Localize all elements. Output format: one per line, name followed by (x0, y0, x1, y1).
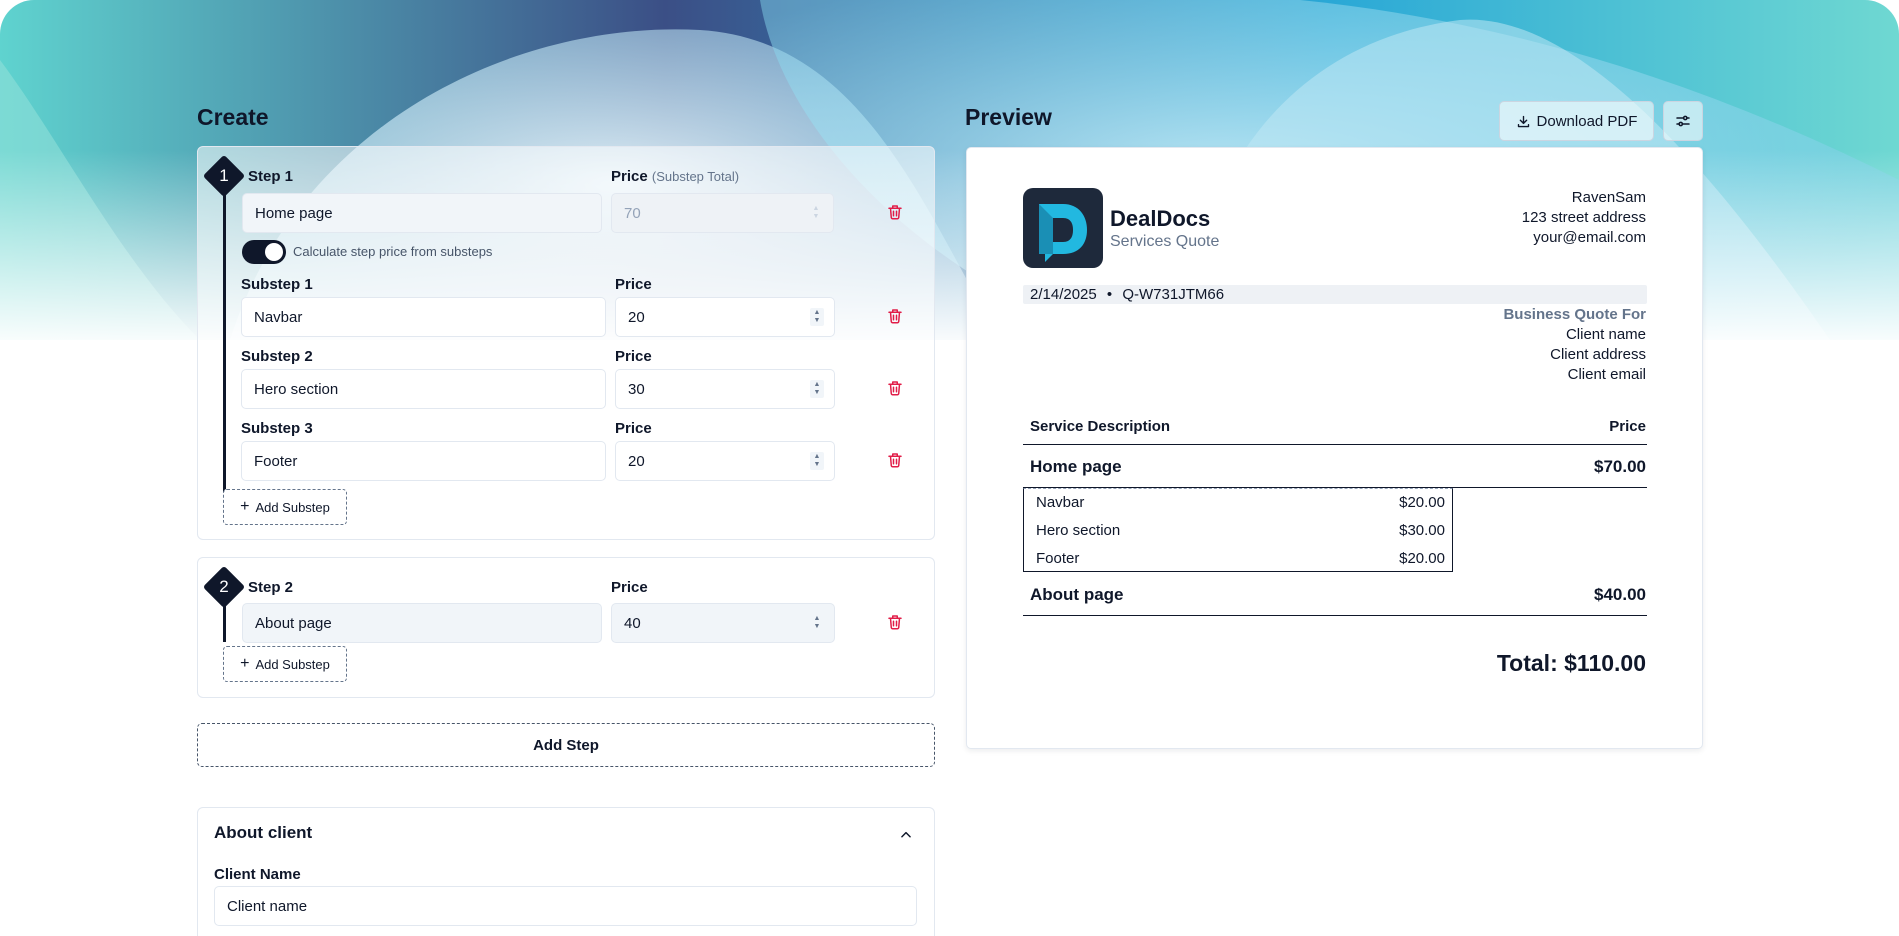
client-address: Client address (1550, 346, 1646, 363)
about-client-title: About client (214, 823, 313, 842)
step-price-label: Price (Substep Total) (611, 168, 739, 185)
delete-substep-icon[interactable] (886, 307, 904, 325)
substep-price-value: 30 (628, 380, 645, 398)
sub-row-name: Hero section (1036, 522, 1121, 539)
delete-step-icon[interactable] (886, 613, 904, 631)
quote-for-label: Business Quote For (1503, 306, 1646, 323)
row-service-price: $70.00 (1594, 457, 1646, 476)
substep-price-label: Price (615, 348, 652, 365)
step-name-input[interactable]: Home page (242, 193, 602, 233)
step-price-value: 40 (624, 614, 641, 632)
chevron-up-icon[interactable] (899, 828, 913, 842)
step-price-input[interactable]: 70 ▲ ▼ (611, 193, 834, 233)
sub-row-price: $20.00 (1399, 494, 1445, 511)
add-substep-button[interactable]: + Add Substep (223, 489, 347, 525)
add-step-button[interactable]: Add Step (197, 723, 935, 767)
delete-substep-icon[interactable] (886, 451, 904, 469)
col-service-description: Service Description (1030, 418, 1171, 435)
toggle-knob (265, 243, 283, 261)
client-name-input[interactable]: Client name (214, 886, 917, 926)
price-sub-label: (Substep Total) (651, 169, 740, 184)
plus-icon: + (240, 498, 250, 515)
sub-row-price: $20.00 (1399, 550, 1445, 567)
substep-price-value: 20 (628, 308, 645, 326)
client-name: Client name (1565, 326, 1646, 343)
substep-price-label: Price (615, 420, 652, 437)
stepper-icon[interactable]: ▲ ▼ (810, 614, 824, 632)
substep-price-input[interactable]: 30 ▲ ▼ (615, 369, 835, 409)
stepper-icon: ▲ ▼ (812, 205, 820, 220)
sub-row-name: Footer (1036, 550, 1080, 567)
sender-name: RavenSam (1571, 189, 1646, 206)
substep-label: Substep 1 (241, 276, 313, 293)
quote-total: Total: $110.00 (1496, 650, 1646, 676)
dealdocs-logo (1023, 188, 1103, 268)
substep-price-input[interactable]: 20 ▲ ▼ (615, 441, 835, 481)
sub-row-name: Navbar (1036, 494, 1085, 511)
substep-name-input[interactable]: Hero section (241, 369, 606, 409)
delete-step-icon[interactable] (886, 203, 904, 221)
step-name-input[interactable]: About page (242, 603, 602, 643)
step-price-label: Price (611, 579, 648, 596)
add-substep-label: Add Substep (255, 656, 330, 672)
sender-email: your@email.com (1533, 229, 1646, 246)
substep-name-input[interactable]: Footer (241, 441, 606, 481)
stepper-icon[interactable]: ▲ ▼ (810, 380, 824, 398)
col-price: Price (1609, 418, 1646, 435)
about-client-section: About client Client Name Client name (197, 807, 935, 936)
add-substep-button[interactable]: + Add Substep (223, 646, 347, 682)
toggle-label: Calculate step price from substeps (293, 244, 493, 259)
price-label-text: Price (611, 168, 648, 185)
substep-name-input[interactable]: Navbar (241, 297, 606, 337)
step-number: 1 (219, 166, 229, 185)
brand-name: DealDocs (1110, 206, 1211, 231)
step-label: Step 1 (248, 168, 294, 185)
create-title: Create (197, 104, 269, 130)
meta-separator: • (1106, 286, 1113, 303)
client-email: Client email (1567, 366, 1646, 383)
settings-button[interactable] (1663, 101, 1703, 141)
substep-label: Substep 2 (241, 348, 313, 365)
download-pdf-label: Download PDF (1536, 112, 1638, 130)
download-icon (1517, 115, 1529, 127)
client-name-label: Client Name (214, 866, 301, 883)
quote-meta: 2/14/2025 • Q-W731JTM66 (1030, 286, 1224, 303)
stepper-icon[interactable]: ▲ ▼ (810, 308, 824, 326)
row-service-price: $40.00 (1594, 585, 1646, 604)
step-price-input[interactable]: 40 ▲ ▼ (611, 603, 835, 643)
step-connector-line (223, 177, 226, 515)
preview-title: Preview (965, 104, 1052, 130)
substep-price-label: Price (615, 276, 652, 293)
substep-label: Substep 3 (241, 420, 313, 437)
quote-date: 2/14/2025 (1030, 286, 1097, 303)
calculate-from-substeps-toggle[interactable] (242, 240, 286, 264)
brand-subtitle: Services Quote (1110, 233, 1220, 250)
step-number: 2 (219, 577, 229, 596)
sliders-icon (1676, 115, 1690, 127)
substep-price-input[interactable]: 20 ▲ ▼ (615, 297, 835, 337)
quote-id: Q-W731JTM66 (1122, 286, 1225, 303)
stepper-icon[interactable]: ▲ ▼ (810, 452, 824, 470)
row-service-name: About page (1030, 585, 1124, 604)
row-service-name: Home page (1030, 457, 1122, 476)
quote-preview-card: DealDocs Services Quote RavenSam 123 str… (966, 147, 1703, 749)
download-pdf-button[interactable]: Download PDF (1499, 101, 1654, 141)
substep-price-value: 20 (628, 452, 645, 470)
delete-substep-icon[interactable] (886, 379, 904, 397)
sub-row-price: $30.00 (1399, 522, 1445, 539)
step-card-1: 1 Step 1 Price (Substep Total) Home page… (197, 146, 935, 540)
table-header-divider (1023, 444, 1647, 445)
sender-address: 123 street address (1521, 209, 1646, 226)
row-divider (1023, 615, 1647, 616)
step-card-2: 2 Step 2 Price About page 40 ▲ ▼ + Add Su… (197, 557, 935, 698)
add-substep-label: Add Substep (255, 499, 330, 515)
plus-icon: + (240, 655, 250, 672)
step-price-value: 70 (624, 204, 641, 222)
step-label: Step 2 (248, 579, 294, 596)
